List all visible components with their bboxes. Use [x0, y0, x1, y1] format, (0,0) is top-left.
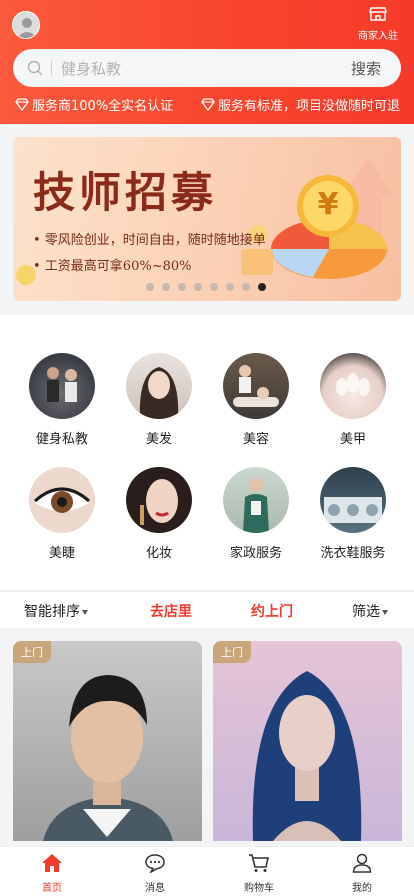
header: 商家入驻 健身私教 搜索 服务商100%全实名认证 服务有标准，项目没做随时可退 [0, 0, 414, 124]
category-label: 美容 [242, 432, 269, 447]
banner-title: 技师招募 [33, 168, 218, 217]
card-photo [252, 671, 362, 841]
tab-cart[interactable]: 购物车 [224, 853, 294, 894]
assurance-refund-text: 服务有标准，项目没做随时可退 [218, 99, 401, 114]
merchant-entry-label: 商家入驻 [358, 31, 398, 42]
pagination-dot[interactable] [162, 283, 170, 291]
avatar[interactable] [12, 11, 40, 39]
cart-icon [249, 854, 269, 872]
category-laundry[interactable]: 洗衣鞋服务 [308, 467, 398, 561]
laundry-photo [320, 467, 386, 533]
tab-home[interactable]: 首页 [17, 853, 87, 894]
bottom-tab-bar: 首页 消息 购物车 我的 [0, 846, 414, 896]
banner-pagination [146, 283, 266, 291]
category-housekeeping[interactable]: 家政服务 [211, 467, 301, 561]
filter-label: 筛选 [352, 604, 380, 620]
home-visit-tag: 上门 [13, 641, 51, 663]
user-avatar-icon [17, 18, 37, 38]
category-label: 家政服务 [229, 546, 282, 561]
lash-photo [29, 467, 95, 533]
category-fitness[interactable]: 健身私教 [17, 353, 107, 447]
category-label: 化妆 [145, 546, 172, 561]
tab-profile[interactable]: 我的 [327, 853, 397, 894]
pagination-dot[interactable] [146, 283, 154, 291]
search-icon [27, 60, 43, 76]
message-icon [145, 854, 165, 874]
pagination-dot[interactable] [194, 283, 202, 291]
diamond-icon [15, 98, 29, 111]
category-label: 美睫 [48, 546, 75, 561]
promo-banner[interactable]: ¥ 技师招募 • 零风险创业，时间自由，随时随地接单 • 工资最高可拿60%~8… [13, 137, 401, 301]
assurance-verified: 服务商100%全实名认证 [15, 95, 173, 114]
service-card[interactable]: 上门 [13, 641, 202, 841]
makeup-photo [126, 467, 192, 533]
category-grid: 健身私教 美发 美容 美甲 美睫 化妆 家政服务 洗衣鞋服务 [0, 315, 414, 590]
search-input[interactable]: 健身私教 [61, 58, 121, 79]
sort-dropdown[interactable]: 智能排序 [24, 601, 88, 621]
home-icon [42, 854, 62, 872]
assurance-verified-text: 服务商100%全实名认证 [32, 99, 174, 114]
nail-photo [320, 353, 386, 419]
banner-line-1: • 零风险创业，时间自由，随时随地接单 [33, 233, 266, 248]
card-photo [43, 675, 173, 841]
home-visit-tag: 上门 [213, 641, 251, 663]
tab-label: 消息 [145, 883, 165, 894]
pagination-dot[interactable] [178, 283, 186, 291]
filter-home-visit[interactable]: 约上门 [251, 601, 293, 621]
filter-bar: 智能排序 去店里 约上门 筛选 [0, 591, 414, 628]
filter-dropdown[interactable]: 筛选 [352, 601, 388, 621]
assurance-refund: 服务有标准，项目没做随时可退 [201, 95, 400, 114]
category-label: 美甲 [339, 432, 366, 447]
banner-line-2: • 工资最高可拿60%~80% [33, 259, 192, 274]
tab-label: 购物车 [244, 883, 274, 894]
fitness-photo [29, 353, 95, 419]
chevron-down-icon [82, 609, 88, 615]
store-icon [369, 7, 387, 21]
search-bar[interactable]: 健身私教 搜索 [13, 49, 401, 87]
category-label: 美发 [145, 432, 172, 447]
category-nails[interactable]: 美甲 [308, 353, 398, 447]
diamond-icon [201, 98, 215, 111]
pagination-dot[interactable] [210, 283, 218, 291]
search-button[interactable]: 搜索 [351, 58, 381, 79]
category-lashes[interactable]: 美睫 [17, 467, 107, 561]
category-hair[interactable]: 美发 [114, 353, 204, 447]
tab-label: 我的 [352, 883, 372, 894]
pagination-dot[interactable] [258, 283, 266, 291]
tab-label: 首页 [42, 883, 62, 894]
category-makeup[interactable]: 化妆 [114, 467, 204, 561]
filter-store[interactable]: 去店里 [150, 601, 192, 621]
category-beauty[interactable]: 美容 [211, 353, 301, 447]
category-label: 健身私教 [35, 432, 88, 447]
housekeeping-photo [223, 467, 289, 533]
service-card[interactable]: 上门 [213, 641, 402, 841]
hair-photo [126, 353, 192, 419]
category-label: 洗衣鞋服务 [320, 546, 386, 561]
coin-symbol: ¥ [317, 187, 339, 222]
profile-icon [352, 853, 372, 873]
pagination-dot[interactable] [242, 283, 250, 291]
beauty-photo [223, 353, 289, 419]
search-divider [51, 61, 52, 75]
tab-messages[interactable]: 消息 [120, 853, 190, 894]
sort-label: 智能排序 [24, 604, 80, 620]
pagination-dot[interactable] [226, 283, 234, 291]
merchant-entry-button[interactable]: 商家入驻 [354, 6, 402, 42]
chevron-down-icon [382, 609, 388, 615]
